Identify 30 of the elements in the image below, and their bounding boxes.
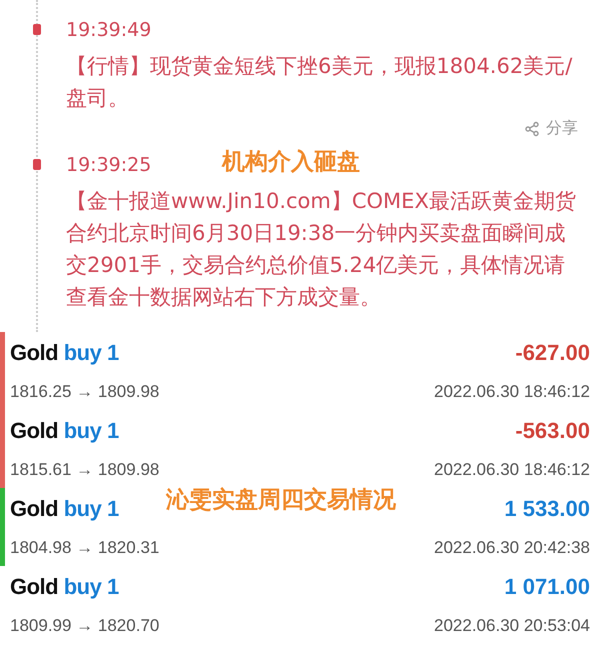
profit: 1 071.00: [504, 574, 590, 600]
symbol: Gold: [10, 340, 58, 365]
symbol: Gold: [10, 418, 58, 443]
symbol: Gold: [10, 574, 58, 599]
profit: -563.00: [515, 418, 590, 444]
trade-time: 2022.06.30 20:42:38: [434, 538, 590, 558]
price-range: 1809.99 → 1820.70: [10, 616, 160, 636]
share-icon: [524, 120, 540, 136]
trade-side: buy 1: [64, 496, 119, 521]
news-text: 【金十报道www.Jin10.com】COMEX最活跃黄金期货合约北京时间6月30日19:38一分钟内买卖盘面瞬间成交2901手，交易合约总价值5.24亿美元，具体情况请查看金十数据网站右下方成交量。: [66, 188, 577, 311]
profit: 1 533.00: [504, 496, 590, 522]
trade-side: buy 1: [64, 574, 119, 599]
trade-side: buy 1: [64, 418, 119, 443]
symbol: Gold: [10, 496, 58, 521]
trade-side: buy 1: [64, 340, 119, 365]
price-range: 1815.61 → 1809.98: [10, 460, 160, 480]
news-time: 19:39:49: [66, 18, 152, 42]
trade-time: 2022.06.30 18:46:12: [434, 382, 590, 402]
profit: -627.00: [515, 340, 590, 366]
news-text: 【行情】现货黄金短线下挫6美元，现报1804.62美元/盘司。: [66, 53, 574, 112]
trade-time: 2022.06.30 18:46:12: [434, 460, 590, 480]
price-range: 1804.98 → 1820.31: [10, 538, 160, 558]
price-range: 1816.25 → 1809.98: [10, 382, 160, 402]
annotation: 沁雯实盘周四交易情况: [166, 486, 396, 515]
annotation: 机构介入砸盘: [222, 148, 360, 177]
trade-row[interactable]: Gold buy 1 1815.61 → 1809.98 -563.00 2022.06.30 18:46:12: [0, 410, 600, 488]
trade-time: 2022.06.30 20:53:04: [434, 616, 590, 636]
news-time: 19:39:25: [66, 153, 152, 177]
trade-row[interactable]: Gold buy 1 1809.99 → 1820.70 1 071.00 2022.06.30 20:53:04: [0, 566, 600, 644]
trade-row[interactable]: Gold buy 1 1816.25 → 1809.98 -627.00 2022.06.30 18:46:12: [0, 332, 600, 410]
